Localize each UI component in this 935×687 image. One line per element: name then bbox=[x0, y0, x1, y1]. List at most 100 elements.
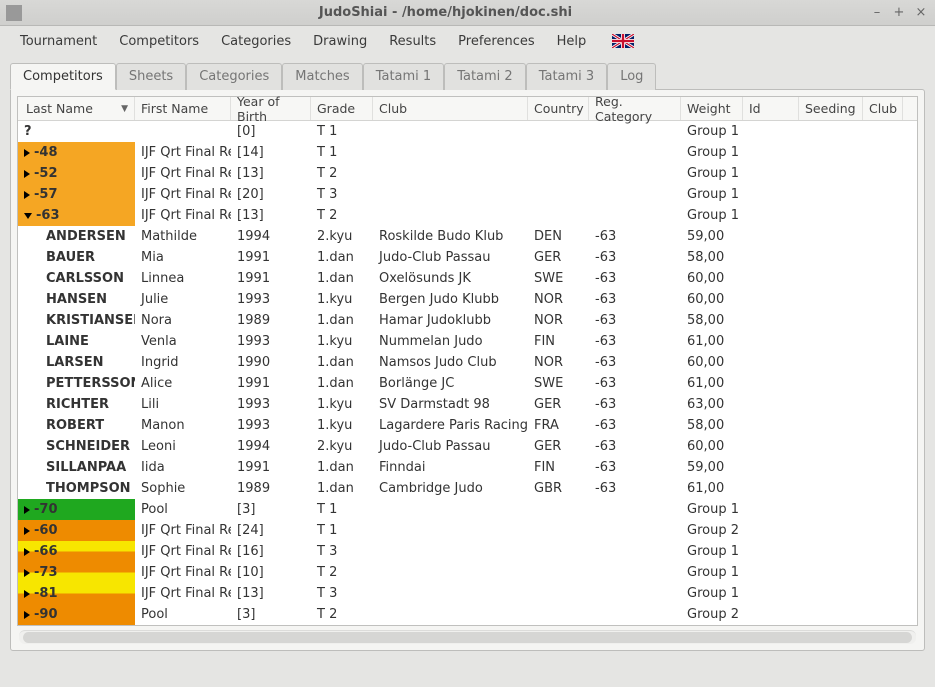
cell-last-name[interactable]: -48 bbox=[18, 142, 135, 163]
competitor-row[interactable]: BAUERMia19911.danJudo-Club PassauGER-635… bbox=[18, 247, 917, 268]
tab-tatami-1[interactable]: Tatami 1 bbox=[363, 63, 445, 90]
col-club-2[interactable]: Club bbox=[863, 97, 903, 120]
cell-last-name[interactable]: -90 bbox=[18, 604, 135, 625]
expand-icon[interactable] bbox=[24, 170, 30, 178]
scrollbar-thumb[interactable] bbox=[23, 632, 912, 643]
competitor-row[interactable]: ANDERSENMathilde19942.kyuRoskilde Budo K… bbox=[18, 226, 917, 247]
category-row[interactable]: -81IJF Qrt Final Rep[13]T 3Group 1 bbox=[18, 583, 917, 604]
cell-weight: Group 1 bbox=[681, 124, 743, 139]
cell-last-name[interactable]: SCHNEIDER bbox=[18, 439, 135, 454]
category-row[interactable]: -66IJF Qrt Final Rep[16]T 3Group 1 bbox=[18, 541, 917, 562]
tab-matches[interactable]: Matches bbox=[282, 63, 362, 90]
expand-icon[interactable] bbox=[24, 611, 30, 619]
menu-help[interactable]: Help bbox=[547, 30, 597, 53]
col-first-name[interactable]: First Name bbox=[135, 97, 231, 120]
sort-indicator-icon: ▼ bbox=[121, 104, 128, 114]
cell-last-name[interactable]: -81 bbox=[18, 583, 135, 604]
competitor-row[interactable]: RICHTERLili19931.kyuSV Darmstadt 98GER-6… bbox=[18, 394, 917, 415]
col-grade[interactable]: Grade bbox=[311, 97, 373, 120]
cell-last-name[interactable]: -57 bbox=[18, 184, 135, 205]
cell-last-name[interactable]: SILLANPÄÄ bbox=[18, 460, 135, 475]
menu-tournament[interactable]: Tournament bbox=[10, 30, 107, 53]
expand-icon[interactable] bbox=[24, 191, 30, 199]
category-row[interactable]: -60IJF Qrt Final Rep[24]T 1Group 2 bbox=[18, 520, 917, 541]
cell-last-name[interactable]: LAINE bbox=[18, 334, 135, 349]
cell-last-name[interactable]: -52 bbox=[18, 163, 135, 184]
category-row[interactable]: -70Pool[3]T 1Group 1 bbox=[18, 499, 917, 520]
category-row[interactable]: -90Pool[3]T 2Group 2 bbox=[18, 604, 917, 625]
tab-tatami-2[interactable]: Tatami 2 bbox=[444, 63, 526, 90]
maximize-button[interactable]: + bbox=[891, 5, 907, 21]
expand-icon[interactable] bbox=[24, 506, 30, 514]
col-seeding[interactable]: Seeding bbox=[799, 97, 863, 120]
horizontal-scrollbar[interactable] bbox=[19, 630, 916, 644]
cell-country: NOR bbox=[528, 355, 589, 370]
cell-last-name[interactable]: -73 bbox=[18, 562, 135, 583]
col-reg-category[interactable]: Reg. Category bbox=[589, 97, 681, 120]
language-flag-uk[interactable] bbox=[612, 34, 634, 48]
cell-weight: Group 1 bbox=[681, 565, 743, 580]
close-button[interactable]: × bbox=[913, 5, 929, 21]
col-last-name-label: Last Name bbox=[26, 101, 93, 116]
cell-last-name[interactable]: ? bbox=[18, 121, 135, 142]
cell-year-of-birth: 1994 bbox=[231, 439, 311, 454]
menu-categories[interactable]: Categories bbox=[211, 30, 301, 53]
cell-last-name[interactable]: ROBERT bbox=[18, 418, 135, 433]
cell-last-name[interactable]: -63 bbox=[18, 205, 135, 226]
minimize-button[interactable]: – bbox=[869, 5, 885, 21]
cell-last-name[interactable]: RICHTER bbox=[18, 397, 135, 412]
menu-competitors[interactable]: Competitors bbox=[109, 30, 209, 53]
cell-first-name: Nora bbox=[135, 313, 231, 328]
competitor-row[interactable]: LAINEVenla19931.kyuNummelan JudoFIN-6361… bbox=[18, 331, 917, 352]
category-row[interactable]: -57IJF Qrt Final Rep[20]T 3Group 1 bbox=[18, 184, 917, 205]
col-club[interactable]: Club bbox=[373, 97, 528, 120]
competitor-row[interactable]: THOMPSONSophie19891.danCambridge JudoGBR… bbox=[18, 478, 917, 499]
competitor-row[interactable]: CARLSSONLinnea19911.danOxelösunds JKSWE-… bbox=[18, 268, 917, 289]
cell-country: NOR bbox=[528, 292, 589, 307]
tab-sheets[interactable]: Sheets bbox=[116, 63, 186, 90]
expand-icon[interactable] bbox=[24, 149, 30, 157]
menu-preferences[interactable]: Preferences bbox=[448, 30, 544, 53]
cell-last-name[interactable]: -70 bbox=[18, 499, 135, 520]
cell-last-name[interactable]: THOMPSON bbox=[18, 481, 135, 496]
category-row[interactable]: -48IJF Qrt Final Rep[14]T 1Group 1 bbox=[18, 142, 917, 163]
menu-results[interactable]: Results bbox=[379, 30, 446, 53]
cell-last-name[interactable]: HANSEN bbox=[18, 292, 135, 307]
expand-icon[interactable] bbox=[24, 548, 30, 556]
tab-tatami-3[interactable]: Tatami 3 bbox=[526, 63, 608, 90]
col-weight[interactable]: Weight bbox=[681, 97, 743, 120]
tab-competitors[interactable]: Competitors bbox=[10, 63, 116, 90]
competitor-row[interactable]: ROBERTManon19931.kyuLagardere Paris Raci… bbox=[18, 415, 917, 436]
competitor-row[interactable]: SILLANPÄÄIida19911.danFinndaiFIN-6359,00 bbox=[18, 457, 917, 478]
collapse-icon[interactable] bbox=[24, 213, 32, 219]
cell-last-name[interactable]: CARLSSON bbox=[18, 271, 135, 286]
tab-categories[interactable]: Categories bbox=[186, 63, 282, 90]
col-last-name[interactable]: Last Name ▼ bbox=[18, 97, 135, 120]
competitor-row[interactable]: PETTERSSONAlice19911.danBorlänge JCSWE-6… bbox=[18, 373, 917, 394]
competitor-row[interactable]: SCHNEIDERLeoni19942.kyuJudo-Club PassauG… bbox=[18, 436, 917, 457]
category-row[interactable]: -52IJF Qrt Final Rep[13]T 2Group 1 bbox=[18, 163, 917, 184]
menu-drawing[interactable]: Drawing bbox=[303, 30, 377, 53]
expand-icon[interactable] bbox=[24, 527, 30, 535]
expand-icon[interactable] bbox=[24, 569, 30, 577]
cell-last-name[interactable]: KRISTIANSEN bbox=[18, 313, 135, 328]
category-row[interactable]: -73IJF Qrt Final Rep[10]T 2Group 1 bbox=[18, 562, 917, 583]
category-row[interactable]: -63IJF Qrt Final Rep[13]T 2Group 1 bbox=[18, 205, 917, 226]
cell-last-name[interactable]: LARSEN bbox=[18, 355, 135, 370]
cell-first-name: IJF Qrt Final Rep bbox=[135, 544, 231, 559]
cell-last-name[interactable]: BAUER bbox=[18, 250, 135, 265]
cell-last-name[interactable]: -66 bbox=[18, 541, 135, 562]
col-country[interactable]: Country bbox=[528, 97, 589, 120]
cell-last-name[interactable]: ANDERSEN bbox=[18, 229, 135, 244]
cell-last-name[interactable]: -60 bbox=[18, 520, 135, 541]
competitor-row[interactable]: HANSENJulie19931.kyuBergen Judo KlubbNOR… bbox=[18, 289, 917, 310]
cell-last-name[interactable]: PETTERSSON bbox=[18, 376, 135, 391]
competitor-row[interactable]: KRISTIANSENNora19891.danHamar JudoklubbN… bbox=[18, 310, 917, 331]
competitor-row[interactable]: LARSENIngrid19901.danNamsos Judo ClubNOR… bbox=[18, 352, 917, 373]
col-id[interactable]: Id bbox=[743, 97, 799, 120]
tab-log[interactable]: Log bbox=[607, 63, 656, 90]
expand-icon[interactable] bbox=[24, 590, 30, 598]
category-row[interactable]: ?[0]T 1Group 1 bbox=[18, 121, 917, 142]
cell-club: Bergen Judo Klubb bbox=[373, 292, 528, 307]
col-year-of-birth[interactable]: Year of Birth bbox=[231, 97, 311, 120]
